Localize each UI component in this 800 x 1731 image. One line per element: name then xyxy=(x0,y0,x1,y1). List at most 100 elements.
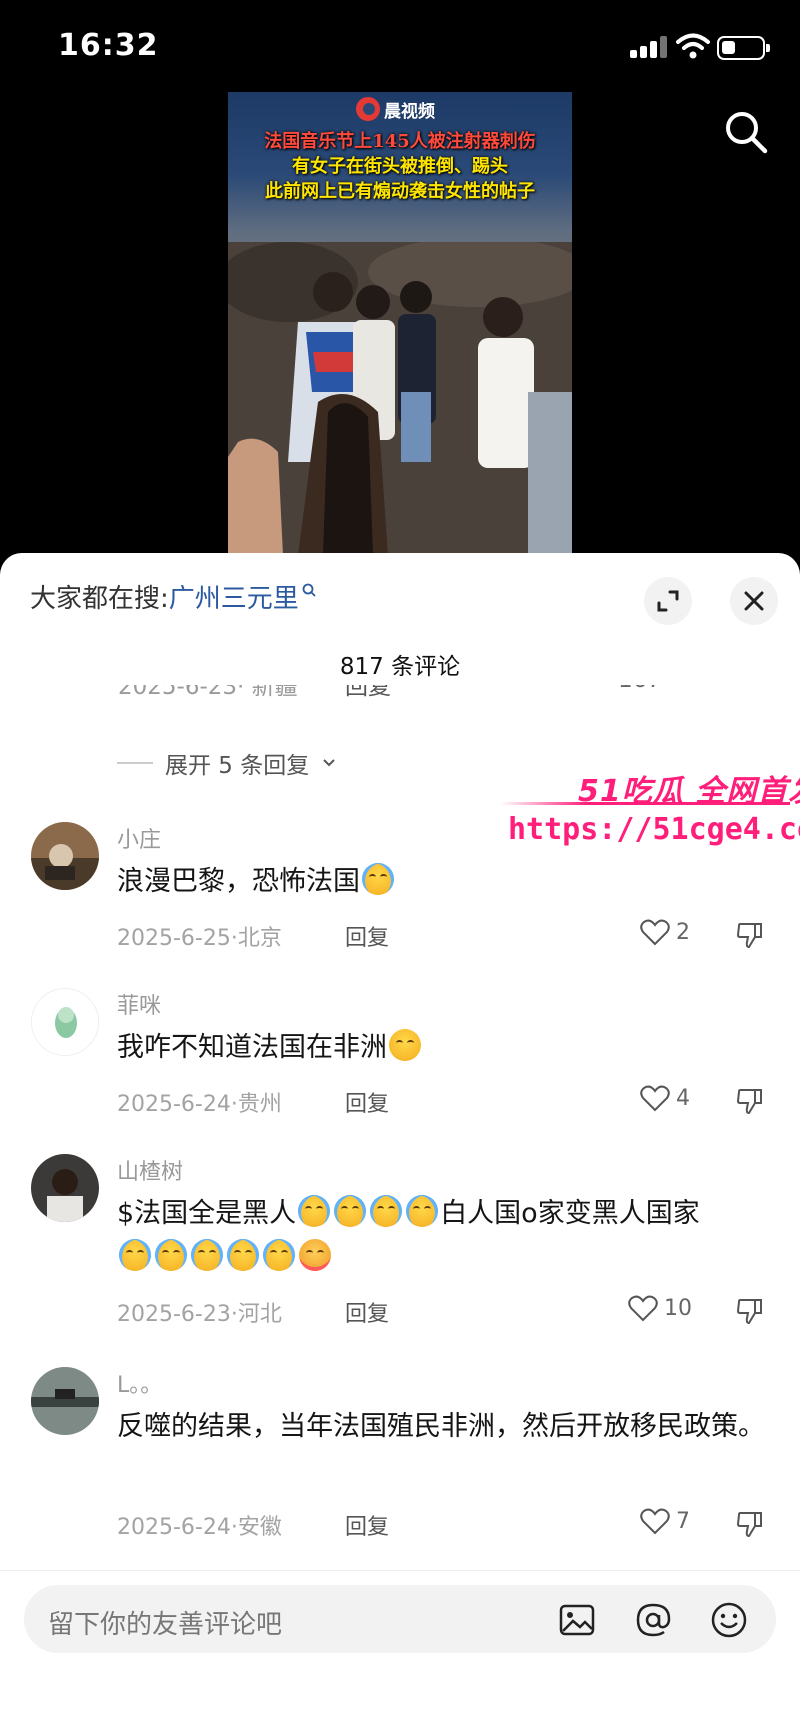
crying-laughing-emoji-icon xyxy=(406,1195,439,1227)
comment-username[interactable]: 菲咪 xyxy=(117,988,161,1020)
comment-username[interactable]: L。。 xyxy=(117,1367,162,1399)
comment-username[interactable]: 山楂树 xyxy=(117,1154,183,1186)
shy-emoji-icon xyxy=(299,1239,331,1271)
like-count: 7 xyxy=(676,1508,690,1534)
reply-button[interactable]: 回复 xyxy=(345,1509,389,1541)
status-bar: 16:32 xyxy=(0,0,800,100)
video-headline-line-2: 有女子在街头被推倒、踢头 xyxy=(292,156,508,177)
comment-location: 贵州 xyxy=(237,1092,282,1117)
heart-icon xyxy=(640,1508,670,1535)
like-button[interactable]: 2 xyxy=(640,918,690,946)
trending-prefix: 大家都在搜: xyxy=(30,584,169,614)
comment-location: 安徽 xyxy=(237,1515,282,1540)
mention-icon[interactable] xyxy=(634,1601,672,1639)
emoji-icon[interactable] xyxy=(710,1601,748,1639)
comment-text: $法国全是黑人 白人国o家变黑人国家 xyxy=(117,1192,767,1280)
like-count[interactable]: 167 xyxy=(618,685,662,693)
comment-location: 北京 xyxy=(237,926,282,951)
comment-meta: 2025-6-24·安徽 xyxy=(117,1515,282,1540)
video-headline-line-1: 法国音乐节上145人被注射器刺伤 xyxy=(264,131,536,152)
trending-keyword[interactable]: 广州三元里 xyxy=(169,578,299,615)
reply-button[interactable]: 回复 xyxy=(345,920,389,952)
comment-text-body: $法国全是黑人 xyxy=(117,1198,297,1229)
expand-icon xyxy=(657,590,679,612)
avatar[interactable] xyxy=(31,1367,99,1435)
dislike-icon[interactable] xyxy=(735,1509,765,1539)
comment-sheet: 大家都在搜: 广州三元里 817 条评论 2025-6-23· 新疆 回复 16… xyxy=(0,553,800,1731)
watermark: 51吃瓜 全网首发 https://51cge4.com xyxy=(500,766,800,866)
video-source-logo: 晨视频 xyxy=(356,96,435,122)
search-icon[interactable] xyxy=(722,108,770,156)
video-frame-image xyxy=(228,242,572,555)
comment-date: 2025-6-25 xyxy=(117,926,231,951)
heart-icon xyxy=(628,1295,658,1322)
like-button[interactable]: 7 xyxy=(640,1507,690,1535)
comment-text-body: 我咋不知道法国在非洲 xyxy=(117,1032,387,1063)
battery-icon xyxy=(717,36,770,60)
watermark-underline xyxy=(500,802,790,805)
crying-laughing-emoji-icon xyxy=(155,1239,187,1271)
divider-dash xyxy=(117,762,153,764)
comment-meta: 2025-6-24·贵州 xyxy=(117,1092,282,1117)
like-button[interactable]: 10 xyxy=(628,1294,692,1322)
cellular-signal-icon xyxy=(630,36,668,58)
crying-laughing-emoji-icon xyxy=(334,1195,367,1227)
reply-button[interactable]: 回复 xyxy=(345,685,391,701)
comment-location: 新疆 xyxy=(251,685,298,700)
dizzy-emoji-icon xyxy=(389,1029,421,1061)
crying-laughing-emoji-icon xyxy=(227,1239,259,1271)
dislike-icon[interactable] xyxy=(735,1086,765,1116)
comment-text: 浪漫巴黎，恐怖法国 xyxy=(117,860,767,904)
trending-search[interactable]: 大家都在搜: 广州三元里 xyxy=(30,578,317,615)
avatar[interactable] xyxy=(31,822,99,890)
comment-date: 2025-6-23 xyxy=(117,1302,231,1327)
dislike-icon[interactable] xyxy=(735,1296,765,1326)
close-button[interactable] xyxy=(730,577,778,625)
comment-date: 2025-6-24 xyxy=(117,1515,231,1540)
crying-laughing-emoji-icon xyxy=(263,1239,295,1271)
reply-button[interactable]: 回复 xyxy=(345,1086,389,1118)
comment-meta: 2025-6-23·河北 xyxy=(117,1302,282,1327)
comment-input[interactable]: 留下你的友善评论吧 xyxy=(24,1585,776,1653)
comment-text-body: 白人国o家变黑人国家 xyxy=(440,1198,700,1229)
avatar[interactable] xyxy=(31,988,99,1056)
like-button[interactable]: 4 xyxy=(640,1084,690,1112)
partial-comment-meta: 2025-6-23· 新疆 回复 167 xyxy=(118,685,778,715)
reply-button[interactable]: 回复 xyxy=(345,1296,389,1328)
comment-location: 河北 xyxy=(237,1302,282,1327)
expand-sheet-button[interactable] xyxy=(644,577,692,625)
video-source-name: 晨视频 xyxy=(384,101,435,122)
comment-meta: 2025-6-25·北京 xyxy=(117,926,282,951)
comment-text: 我咋不知道法国在非洲 xyxy=(117,1026,767,1070)
watermark-url: https://51cge4.com xyxy=(508,812,800,847)
video-player[interactable]: 晨视频 法国音乐节上145人被注射器刺伤 有女子在街头被推倒、踢头 此前网上已有… xyxy=(228,92,572,555)
expand-replies-label: 展开 5 条回复 xyxy=(165,753,310,779)
comment-input-placeholder: 留下你的友善评论吧 xyxy=(48,1610,283,1640)
avatar[interactable] xyxy=(31,1154,99,1222)
comment-text: 反噬的结果，当年法国殖民非洲，然后开放移民政策。 xyxy=(117,1411,765,1442)
comment-date: 2025-6-23 xyxy=(118,685,238,700)
comment-count-title: 817 条评论 xyxy=(339,654,461,680)
source-logo-icon xyxy=(356,97,380,121)
crying-laughing-emoji-icon xyxy=(370,1195,403,1227)
comment-date: 2025-6-24 xyxy=(117,1092,231,1117)
expand-replies-button[interactable]: 展开 5 条回复 xyxy=(117,746,337,780)
heart-icon xyxy=(640,919,670,946)
crying-laughing-emoji-icon xyxy=(298,1195,331,1227)
dislike-icon[interactable] xyxy=(735,920,765,950)
like-count: 2 xyxy=(676,919,690,945)
status-time: 16:32 xyxy=(58,28,159,63)
search-icon xyxy=(302,583,316,597)
comment-username[interactable]: 小庄 xyxy=(117,822,161,854)
like-count: 4 xyxy=(676,1085,690,1111)
like-count: 10 xyxy=(664,1295,692,1321)
divider xyxy=(0,1570,800,1571)
heart-icon xyxy=(640,1085,670,1112)
comment-text-body: 浪漫巴黎，恐怖法国 xyxy=(117,866,360,897)
crying-laughing-emoji-icon xyxy=(191,1239,223,1271)
close-icon xyxy=(744,591,764,611)
chevron-down-icon xyxy=(323,759,335,767)
video-headline-line-3: 此前网上已有煽动袭击女性的帖子 xyxy=(265,181,535,202)
crying-laughing-emoji-icon xyxy=(119,1239,151,1271)
image-icon[interactable] xyxy=(558,1601,596,1639)
